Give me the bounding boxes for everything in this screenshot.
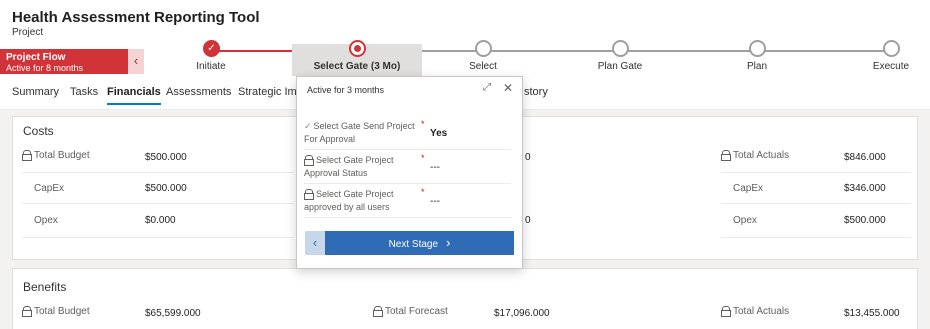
- opex-actuals-label: Opex: [733, 215, 757, 226]
- row-divider: [721, 203, 911, 204]
- field-label: ✓ Select Gate Send Project For Approval: [304, 121, 415, 144]
- process-flow-badge[interactable]: Project Flow Active for 8 months: [0, 49, 128, 74]
- check-icon: ✓: [304, 121, 312, 131]
- total-actuals-label: Total Actuals: [721, 150, 789, 161]
- flow-back-button[interactable]: ‹: [128, 49, 144, 74]
- benefits-total-budget-value: $65,599.000: [145, 308, 201, 319]
- app-header: Health Assessment Reporting Tool Project: [0, 0, 930, 44]
- flyout-field-approval-status: Select Gate Project Approval Status * --…: [304, 151, 511, 184]
- opex-budget-value: $0.000: [145, 215, 176, 226]
- stage-label: Select Gate (3 Mo): [313, 61, 401, 72]
- chevron-left-icon: ‹: [312, 235, 318, 250]
- row-divider: [721, 172, 911, 173]
- capex-budget-value: $500.000: [145, 183, 187, 194]
- row-divider: [22, 172, 294, 173]
- row-divider: [22, 237, 294, 238]
- stage-active-duration: Active for 3 months: [307, 85, 385, 95]
- next-stage-label: Next Stage: [388, 239, 439, 250]
- row-divider: [22, 203, 294, 204]
- stage-label: Plan: [746, 61, 767, 72]
- opex-budget-label: Opex: [34, 215, 58, 226]
- stage-flyout: Active for 3 months ⤢ ✕ ✓ Select Gate Sen…: [296, 76, 523, 269]
- field-label: Select Gate Project Approval Status: [304, 155, 394, 178]
- stage-select[interactable]: Select: [418, 40, 548, 76]
- lock-icon: [721, 150, 731, 161]
- stage-navigation: ‹ Next Stage ›: [305, 231, 514, 255]
- stage-label: Execute: [872, 61, 910, 72]
- next-stage-button[interactable]: Next Stage ›: [325, 231, 514, 255]
- opex-actuals-value: $500.000: [844, 215, 886, 226]
- row-divider: [721, 237, 911, 238]
- section-title: Benefits: [23, 280, 67, 294]
- stage-label: Select: [469, 61, 497, 72]
- lock-icon: [304, 155, 314, 166]
- opex-forecast-value-partial: 0: [525, 215, 531, 226]
- benefits-total-actuals-value: $13,455.000: [844, 308, 900, 319]
- tab-strategic-impact[interactable]: Strategic Imp: [238, 86, 303, 98]
- approved-by-all-value: ---: [430, 196, 440, 207]
- chevron-left-icon: ‹: [133, 53, 139, 68]
- benefits-total-forecast-value: $17,096.000: [494, 308, 550, 319]
- send-for-approval-value[interactable]: Yes: [430, 128, 447, 139]
- stage-execute[interactable]: Execute: [826, 40, 930, 76]
- section-title: Costs: [23, 124, 54, 138]
- tab-tasks[interactable]: Tasks: [70, 86, 98, 98]
- lock-icon: [22, 150, 32, 161]
- total-budget-value: $500.000: [145, 152, 187, 163]
- required-indicator: *: [421, 119, 425, 129]
- entity-type-label: Project: [12, 27, 44, 38]
- process-flow-name: Project Flow: [6, 52, 66, 63]
- stage-label: Plan Gate: [597, 61, 643, 72]
- benefits-section: Benefits Total Budget $65,599.000 Total …: [12, 268, 918, 329]
- app-title: Health Assessment Reporting Tool: [12, 9, 260, 26]
- benefits-total-actuals-label: Total Actuals: [721, 306, 789, 317]
- process-flow-duration: Active for 8 months: [6, 63, 84, 73]
- capex-actuals-label: CapEx: [733, 183, 764, 194]
- stage-plan-gate[interactable]: Plan Gate: [555, 40, 685, 76]
- business-process-flow: Project Flow Active for 8 months ‹ ✓ Ini…: [0, 40, 930, 76]
- chevron-right-icon: ›: [446, 235, 451, 250]
- capex-actuals-value: $346.000: [844, 183, 886, 194]
- tab-financials[interactable]: Financials: [107, 86, 161, 105]
- pending-stage-icon: [883, 40, 900, 57]
- stage-plan[interactable]: Plan: [692, 40, 822, 76]
- pending-stage-icon: [475, 40, 492, 57]
- total-actuals-value: $846.000: [844, 152, 886, 163]
- previous-stage-button[interactable]: ‹: [305, 231, 325, 255]
- approval-status-value: ---: [430, 162, 440, 173]
- stage-label: Initiate: [196, 61, 226, 72]
- lock-icon: [373, 306, 383, 317]
- active-stage-icon: [349, 40, 366, 57]
- pending-stage-icon: [612, 40, 629, 57]
- tab-assessments[interactable]: Assessments: [166, 86, 231, 98]
- expand-icon[interactable]: ⤢: [483, 82, 491, 93]
- benefits-total-forecast-label: Total Forecast: [373, 306, 448, 317]
- required-indicator: *: [421, 153, 425, 163]
- total-budget-label: Total Budget: [22, 150, 90, 161]
- check-icon: ✓: [203, 40, 220, 57]
- tab-history[interactable]: story: [524, 86, 548, 98]
- flyout-field-send-for-approval: ✓ Select Gate Send Project For Approval *…: [304, 117, 511, 150]
- capex-budget-label: CapEx: [34, 183, 65, 194]
- pending-stage-icon: [749, 40, 766, 57]
- tab-summary[interactable]: Summary: [12, 86, 59, 98]
- close-icon[interactable]: ✕: [503, 81, 513, 95]
- stage-select-gate[interactable]: Select Gate (3 Mo): [292, 40, 422, 76]
- stage-initiate[interactable]: ✓ Initiate: [146, 40, 276, 76]
- field-label: Select Gate Project approved by all user…: [304, 189, 394, 212]
- lock-icon: [304, 189, 314, 200]
- flyout-field-approved-by-all: Select Gate Project approved by all user…: [304, 185, 511, 218]
- benefits-total-budget-label: Total Budget: [22, 306, 90, 317]
- total-forecast-value-partial: 0: [525, 152, 531, 163]
- required-indicator: *: [421, 187, 425, 197]
- lock-icon: [22, 306, 32, 317]
- lock-icon: [721, 306, 731, 317]
